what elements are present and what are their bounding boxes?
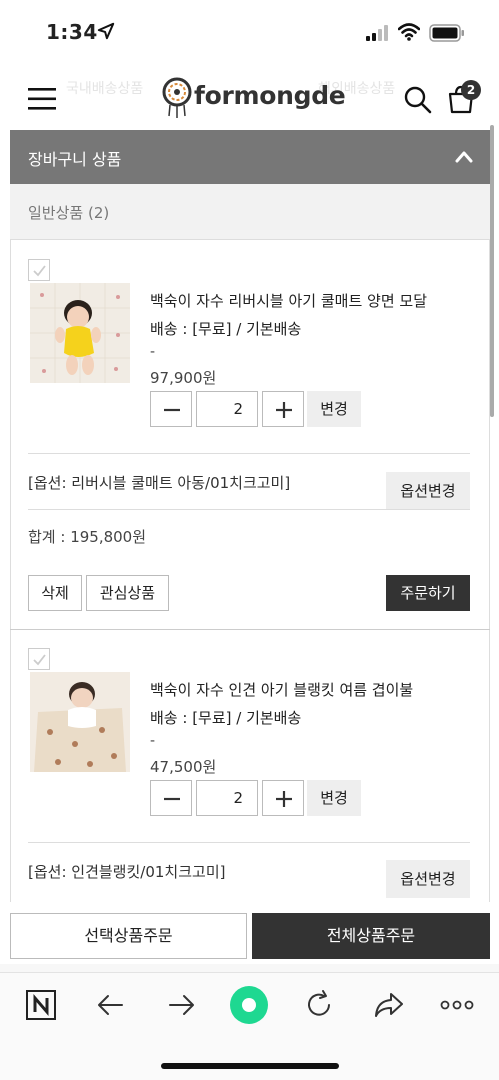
quantity-decrease-button[interactable] <box>150 780 192 816</box>
logo-text[interactable]: formongde <box>194 81 346 110</box>
ghost-row <box>0 964 499 972</box>
option-change-button[interactable]: 옵션변경 <box>386 472 470 510</box>
product-price: 97,900원 <box>150 369 217 387</box>
wifi-icon <box>398 23 420 41</box>
plus-icon <box>276 791 292 807</box>
product-dash: - <box>150 733 156 749</box>
plus-icon <box>276 402 292 418</box>
check-icon <box>33 654 46 666</box>
general-products-header: 일반상품 (2) <box>10 184 490 240</box>
battery-icon <box>429 24 464 42</box>
share-icon[interactable] <box>372 988 406 1022</box>
location-arrow-icon <box>97 22 115 40</box>
divider <box>28 509 470 510</box>
product-dash: - <box>150 344 156 360</box>
home-indicator[interactable] <box>161 1063 339 1069</box>
order-bar: 선택상품주문 전체상품주문 <box>0 902 499 972</box>
back-arrow-icon[interactable] <box>94 988 128 1022</box>
baby-on-mat-image <box>30 283 130 383</box>
home-green-circle-icon[interactable] <box>229 985 269 1025</box>
reload-icon[interactable] <box>302 988 336 1022</box>
delete-button[interactable]: 삭제 <box>28 575 82 611</box>
quantity-change-button[interactable]: 변경 <box>307 391 361 427</box>
quantity-increase-button[interactable] <box>262 780 304 816</box>
minus-icon <box>164 797 180 801</box>
product-shipping: 배송 : [무료] / 기본배송 <box>150 709 302 727</box>
dreamcatcher-logo-icon[interactable] <box>160 76 196 120</box>
quantity-input[interactable]: 2 <box>196 780 258 816</box>
cart-section-title: 장바구니 상품 <box>28 150 122 169</box>
order-all-button[interactable]: 전체상품주문 <box>252 913 490 959</box>
cellular-signal-icon <box>366 25 388 41</box>
minus-icon <box>164 408 180 412</box>
product-name[interactable]: 백숙이 자수 리버시블 아기 쿨매트 양면 모달 <box>150 290 427 311</box>
product-shipping: 배송 : [무료] / 기본배송 <box>150 320 302 338</box>
quantity-increase-button[interactable] <box>262 391 304 427</box>
more-icon[interactable] <box>440 988 474 1022</box>
general-products-label: 일반상품 (2) <box>28 204 110 222</box>
check-icon <box>33 265 46 277</box>
order-selected-button[interactable]: 선택상품주문 <box>10 913 247 959</box>
quantity-change-button[interactable]: 변경 <box>307 780 361 816</box>
divider <box>28 453 470 454</box>
quantity-decrease-button[interactable] <box>150 391 192 427</box>
search-icon[interactable] <box>403 85 433 115</box>
ghost-tab-domestic: 국내배송상품 <box>66 81 144 97</box>
product-price: 47,500원 <box>150 758 217 776</box>
status-bar: 1:34 <box>0 0 499 64</box>
cart-count-badge: 2 <box>461 80 481 100</box>
wishlist-button[interactable]: 관심상품 <box>86 575 169 611</box>
option-text: [옵션: 리버시블 쿨매트 아동/01치크고미] <box>28 474 291 492</box>
item-checkbox[interactable] <box>28 648 50 670</box>
item-checkbox[interactable] <box>28 259 50 281</box>
baby-with-blanket-image <box>30 672 130 772</box>
status-time: 1:34 <box>46 20 98 44</box>
quantity-input[interactable]: 2 <box>196 391 258 427</box>
product-image[interactable] <box>30 672 130 772</box>
cart-section-header[interactable]: 장바구니 상품 <box>10 130 490 184</box>
hamburger-menu-icon[interactable] <box>28 88 56 110</box>
product-image[interactable] <box>30 283 130 383</box>
chevron-up-icon[interactable] <box>454 147 474 167</box>
page-scrollbar[interactable] <box>490 125 494 417</box>
forward-arrow-icon[interactable] <box>164 988 198 1022</box>
item-total: 합계 : 195,800원 <box>28 528 147 546</box>
option-change-button[interactable]: 옵션변경 <box>386 860 470 898</box>
product-name[interactable]: 백숙이 자수 인견 아기 블랭킷 여름 겹이불 <box>150 679 413 700</box>
item-separator <box>10 629 490 630</box>
order-button[interactable]: 주문하기 <box>386 575 470 611</box>
naver-n-icon[interactable] <box>24 988 58 1022</box>
divider <box>28 842 470 843</box>
option-text: [옵션: 인견블랭킷/01치크고미] <box>28 863 226 881</box>
